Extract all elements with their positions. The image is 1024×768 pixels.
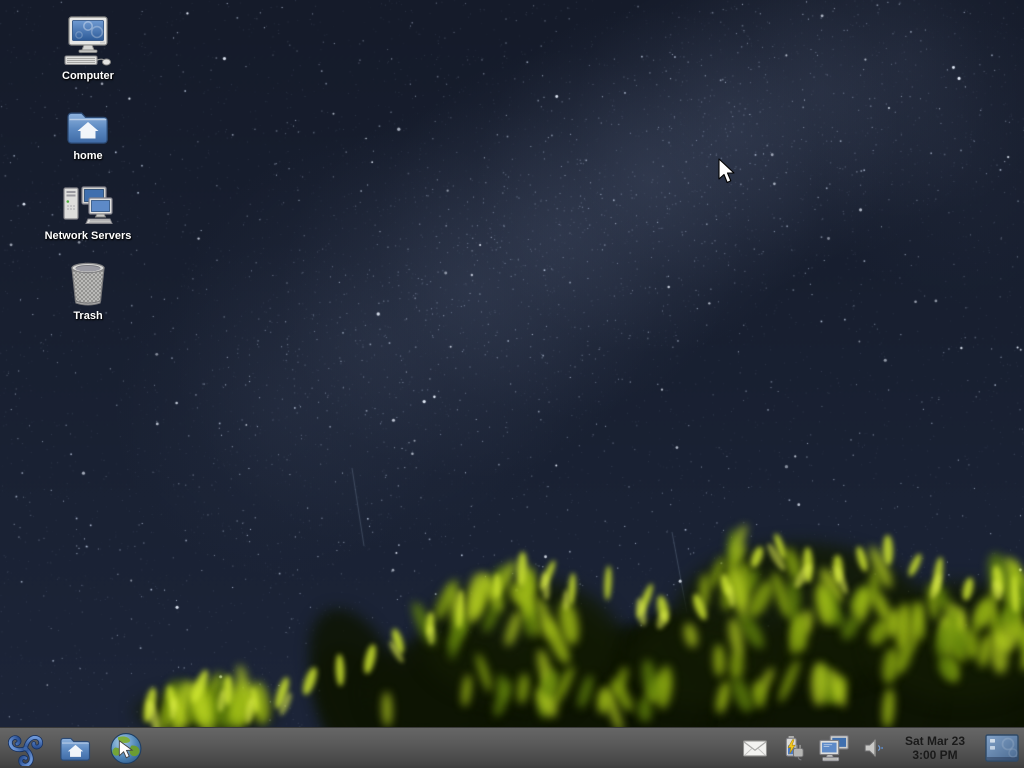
taskbar: Sat Mar 23 3:00 PM <box>0 727 1024 768</box>
desktop-icon-label: Computer <box>62 70 114 83</box>
volume-icon <box>860 733 886 763</box>
clock-date: Sat Mar 23 <box>899 734 971 748</box>
computer-icon <box>62 13 114 67</box>
desktop-icon-home[interactable]: home <box>36 93 140 163</box>
network-servers-icon <box>61 173 115 227</box>
taskbar-launchers <box>0 731 143 766</box>
web-browser-icon <box>108 731 143 766</box>
show-desktop-button[interactable] <box>984 731 1020 766</box>
desktop-icon-label: Network Servers <box>45 230 132 243</box>
file-manager-button[interactable] <box>58 731 93 766</box>
clock[interactable]: Sat Mar 23 3:00 PM <box>899 734 971 762</box>
volume-tray-button[interactable] <box>860 733 886 763</box>
power-tray-button[interactable] <box>778 733 808 763</box>
display-icon <box>816 732 852 764</box>
mail-icon <box>740 733 770 763</box>
desktop[interactable]: Computer home <box>0 0 1024 768</box>
desktop-icon-label: Trash <box>73 310 102 323</box>
power-icon <box>778 733 808 763</box>
main-menu-button[interactable] <box>8 731 43 766</box>
desktop-icon-trash[interactable]: Trash <box>36 253 140 323</box>
clock-time: 3:00 PM <box>899 748 971 762</box>
trash-icon <box>66 253 110 307</box>
main-menu-icon <box>8 731 43 766</box>
home-folder-icon <box>64 93 112 147</box>
mail-tray-button[interactable] <box>740 733 770 763</box>
wallpaper <box>0 0 1024 768</box>
desktop-icon-computer[interactable]: Computer <box>36 13 140 83</box>
system-tray: Sat Mar 23 3:00 PM <box>740 731 1024 766</box>
desktop-icon-network-servers[interactable]: Network Servers <box>36 173 140 243</box>
display-tray-button[interactable] <box>816 732 852 764</box>
web-browser-button[interactable] <box>108 731 143 766</box>
file-manager-icon <box>58 731 93 766</box>
show-desktop-icon <box>984 732 1020 765</box>
desktop-icon-label: home <box>73 150 102 163</box>
